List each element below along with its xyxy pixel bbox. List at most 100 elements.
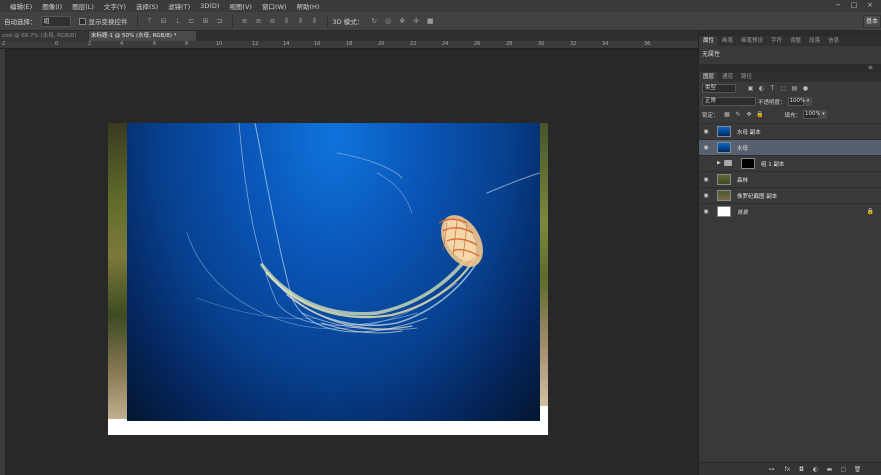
fill-input[interactable]: 100% [803, 110, 821, 119]
trash-icon[interactable]: 🗑 [853, 465, 862, 474]
filter-shape-icon[interactable]: ⬚ [779, 84, 788, 93]
minimize-icon[interactable]: − [833, 1, 843, 10]
tab-character[interactable]: 字符 [767, 36, 786, 46]
tab-brush-presets[interactable]: 画笔预设 [737, 36, 767, 46]
menu-view[interactable]: 视图(V) [229, 1, 252, 11]
menu-edit[interactable]: 编辑(E) [10, 1, 32, 11]
roll-3d-icon[interactable]: ◎ [383, 17, 393, 26]
tab-paragraph[interactable]: 段落 [805, 36, 824, 46]
menu-select[interactable]: 选择(S) [136, 1, 158, 11]
slide-3d-icon[interactable]: ✣ [411, 17, 421, 26]
workspace-button[interactable]: 基本 [863, 15, 881, 28]
layer-thumbnail [717, 174, 731, 185]
panel-divider: ≡ [698, 64, 881, 72]
fx-icon[interactable]: fx [783, 465, 792, 474]
align-top-icon[interactable]: ⊤ [145, 17, 155, 26]
fill-label: 填充： [784, 112, 802, 119]
link-icon[interactable]: ⊶ [767, 465, 776, 474]
menu-3d[interactable]: 3D(D) [200, 2, 219, 10]
tab-properties[interactable]: 属性 [699, 36, 719, 46]
distribute-vcenter-icon[interactable]: ≡ [254, 17, 264, 26]
new-layer-icon[interactable]: ▢ [839, 465, 848, 474]
new-group-icon[interactable]: ▬ [825, 465, 834, 474]
panel-menu-icon[interactable]: ≡ [868, 64, 873, 71]
ruler-tick: 28 [506, 41, 513, 47]
eye-icon[interactable]: ◉ [702, 128, 710, 136]
auto-select-label: 自动选择： [4, 18, 37, 26]
ruler-tick: 4 [120, 41, 124, 47]
maximize-icon[interactable]: □ [849, 1, 859, 10]
align-right-icon[interactable]: ⊐ [215, 17, 225, 26]
layer-row-group[interactable]: ▶ 组 1 副本 [699, 155, 881, 171]
document-tabs: ood @ 66.7% (水母, RGB/8) 未标题-1 @ 50% (水母,… [0, 31, 698, 41]
blend-mode-select[interactable]: 正常 [702, 97, 756, 106]
filter-type-icon[interactable]: T [768, 84, 777, 93]
layer-row[interactable]: ◉ 水母 副本 [699, 123, 881, 139]
align-left-icon[interactable]: ⊏ [187, 17, 197, 26]
distribute-left-icon[interactable]: ⫴ [282, 17, 292, 26]
adjustment-layer-icon[interactable]: ◐ [811, 465, 820, 474]
lock-brush-icon[interactable]: ✎ [734, 110, 743, 119]
drag-3d-icon[interactable]: ✥ [397, 17, 407, 26]
ruler-tick: 32 [570, 41, 577, 47]
menu-help[interactable]: 帮助(H) [296, 1, 319, 11]
filter-toggle-icon[interactable]: ● [801, 84, 810, 93]
tab-adjustments[interactable]: 调整 [786, 36, 805, 46]
close-icon[interactable]: × [865, 1, 875, 10]
opacity-input[interactable]: 100% [787, 97, 805, 106]
layer-row[interactable]: ◉ 背景 🔒 [699, 203, 881, 219]
distribute-top-icon[interactable]: ≡ [240, 17, 250, 26]
jellyfish-photo[interactable] [127, 123, 540, 421]
ruler-tick: 36 [644, 41, 651, 47]
lock-move-icon[interactable]: ✥ [745, 110, 754, 119]
add-mask-icon[interactable]: ◘ [797, 465, 806, 474]
menu-window[interactable]: 窗口(W) [262, 1, 287, 11]
tab-brush[interactable]: 画笔 [718, 36, 737, 46]
tab-paths[interactable]: 路径 [737, 72, 756, 82]
ruler-tick: 0 [55, 41, 59, 47]
tab-info[interactable]: 信息 [824, 36, 843, 46]
tab-document-1[interactable]: ood @ 66.7% (水母, RGB/8) [0, 31, 88, 41]
lock-all-icon[interactable]: 🔒 [756, 110, 765, 119]
opacity-label: 不透明度： [758, 99, 786, 106]
layer-name: 组 1 副本 [761, 162, 785, 168]
align-hcenter-icon[interactable]: ⊞ [201, 17, 211, 26]
layer-row-selected[interactable]: ◉ 水母 [699, 139, 881, 155]
scale-3d-icon[interactable]: ■ [425, 17, 435, 26]
layer-thumbnail [717, 206, 731, 217]
lock-icon: 🔒 [866, 208, 874, 215]
layer-row[interactable]: ◉ 侏罗纪截图 副本 [699, 187, 881, 203]
eye-icon[interactable]: ◉ [702, 208, 710, 216]
eye-icon[interactable]: ◉ [702, 176, 710, 184]
menu-layer[interactable]: 图层(L) [72, 1, 94, 11]
menu-image[interactable]: 图像(I) [42, 1, 62, 11]
filter-adjustment-icon[interactable]: ◐ [757, 84, 766, 93]
auto-select-dropdown[interactable]: 组 [40, 15, 71, 27]
show-transform-checkbox[interactable] [78, 17, 86, 25]
distribute-right-icon[interactable]: ⫴ [310, 17, 320, 26]
rotate-3d-icon[interactable]: ↻ [369, 17, 379, 26]
chevron-down-icon[interactable]: ▾ [804, 97, 812, 106]
align-vcenter-icon[interactable]: ⊟ [159, 17, 169, 26]
align-bottom-icon[interactable]: ⊥ [173, 17, 183, 26]
menu-type[interactable]: 文字(Y) [104, 1, 126, 11]
distribute-bottom-icon[interactable]: ≡ [268, 17, 278, 26]
layers-tabs: 图层 通道 路径 [699, 72, 881, 82]
eye-icon[interactable]: ◉ [702, 192, 710, 200]
filter-smart-object-icon[interactable]: ▤ [790, 84, 799, 93]
layer-row[interactable]: ◉ 森林 [699, 171, 881, 187]
mode-3d-label: 3D 模式： [332, 18, 364, 26]
eye-icon[interactable]: ◉ [702, 144, 710, 152]
tab-layers[interactable]: 图层 [699, 72, 719, 82]
expand-triangle-icon[interactable]: ▶ [717, 160, 721, 166]
lock-transparent-icon[interactable]: ▦ [723, 110, 732, 119]
filter-kind-select[interactable]: 类型 [702, 84, 736, 93]
ruler-tick: 16 [314, 41, 321, 47]
tab-document-2[interactable]: 未标题-1 @ 50% (水母, RGB/8) * [89, 31, 196, 41]
tab-channels[interactable]: 通道 [718, 72, 737, 82]
menu-filter[interactable]: 滤镜(T) [168, 1, 190, 11]
distribute-hcenter-icon[interactable]: ⫴ [296, 17, 306, 26]
ruler-tick: 22 [410, 41, 417, 47]
filter-pixel-icon[interactable]: ▣ [746, 84, 755, 93]
chevron-down-icon[interactable]: ▾ [820, 110, 828, 119]
